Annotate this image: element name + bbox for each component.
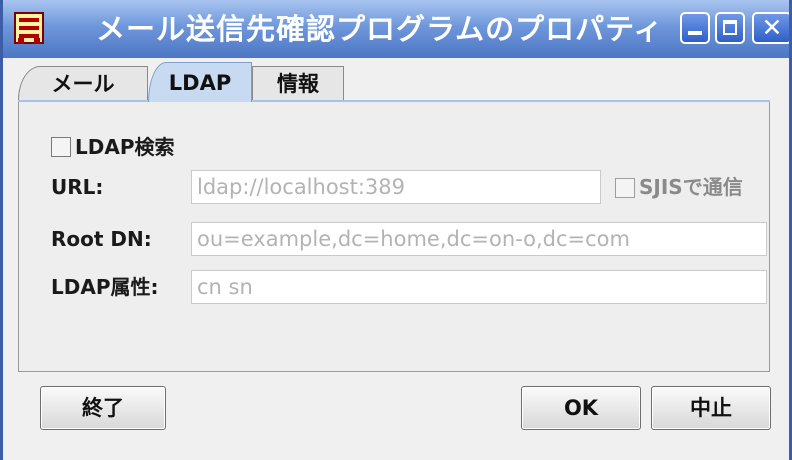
sjis-checkbox[interactable] [615,178,635,198]
cancel-button[interactable]: 中止 [651,386,771,430]
window-title: メール送信先確認プログラムのプロパティ [96,12,664,46]
properties-window: メール送信先確認プログラムのプロパティ ✕ メール LDAP 情報 LDAP検索… [0,0,792,460]
tab-info[interactable]: 情報 [252,66,344,100]
url-label: URL: [51,175,104,199]
url-field[interactable]: ldap://localhost:389 [191,170,601,204]
close-icon: ✕ [761,13,783,42]
maximize-button[interactable] [715,12,745,44]
minimize-icon [688,31,702,35]
ldap-search-label: LDAP検索 [75,135,175,159]
ldap-search-checkbox[interactable] [51,137,71,157]
sjis-label: SJISで通信 [639,175,743,199]
close-button[interactable]: ✕ [752,12,789,44]
tab-ldap[interactable]: LDAP [148,62,252,102]
ldap-panel: LDAP検索 URL: ldap://localhost:389 SJISで通信… [18,102,770,372]
exit-button[interactable]: 終了 [40,386,166,430]
title-bar[interactable]: メール送信先確認プログラムのプロパティ ✕ [3,0,789,58]
root-dn-label: Root DN: [51,227,152,251]
ldap-attributes-field[interactable]: cn sn [191,270,767,304]
tab-mail[interactable]: メール [18,66,148,100]
ok-button[interactable]: OK [521,386,641,430]
minimize-button[interactable] [680,12,710,44]
root-dn-field[interactable]: ou=example,dc=home,dc=on-o,dc=com [191,222,767,256]
app-icon[interactable] [14,12,44,44]
maximize-icon [723,20,737,35]
ldap-attributes-label: LDAP属性: [51,275,159,299]
